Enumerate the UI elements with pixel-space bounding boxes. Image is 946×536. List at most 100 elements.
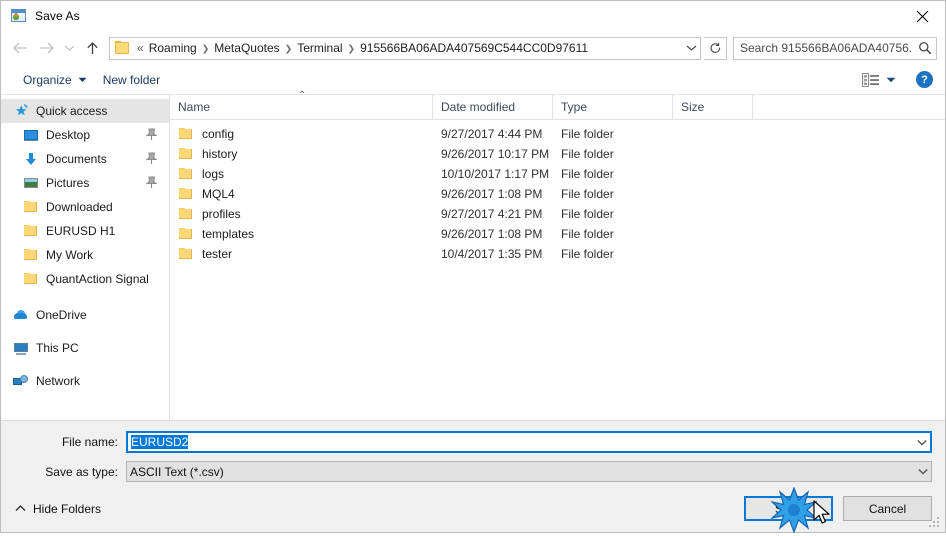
documents-icon xyxy=(23,151,39,167)
file-name-label: profiles xyxy=(202,207,241,221)
breadcrumb-item-metaquotes[interactable]: MetaQuotes xyxy=(211,39,282,57)
title-bar: Save As xyxy=(1,1,945,31)
sidebar-item-label: QuantAction Signal xyxy=(46,272,149,286)
back-button[interactable] xyxy=(7,35,33,61)
breadcrumb-item-roaming[interactable]: Roaming xyxy=(146,39,200,57)
hide-folders-label: Hide Folders xyxy=(33,501,102,516)
sidebar-item-label: EURUSD H1 xyxy=(46,224,116,238)
save-as-type-select[interactable]: ASCII Text (*.csv) xyxy=(126,461,932,482)
column-header-size[interactable]: Size xyxy=(673,95,753,119)
table-row[interactable]: templates 9/26/2017 1:08 PM File folder xyxy=(170,224,945,244)
file-date-cell: 9/27/2017 4:21 PM xyxy=(441,207,543,221)
sidebar-item-documents[interactable]: Documents xyxy=(1,147,169,171)
sidebar-item-label: Quick access xyxy=(36,104,108,118)
chevron-down-icon xyxy=(916,439,927,446)
table-row[interactable]: history 9/26/2017 10:17 PM File folder xyxy=(170,144,945,164)
sidebar-item-eurusd-h1[interactable]: EURUSD H1 xyxy=(1,219,169,243)
sidebar-item-label: This PC xyxy=(36,341,79,355)
breadcrumb-overflow-icon[interactable]: « xyxy=(135,41,146,55)
cancel-button[interactable]: Cancel xyxy=(843,496,932,521)
save-button[interactable]: Save xyxy=(744,496,833,521)
folder-icon xyxy=(178,206,194,222)
table-row[interactable]: profiles 9/27/2017 4:21 PM File folder xyxy=(170,204,945,224)
hide-folders-button[interactable]: Hide Folders xyxy=(11,498,105,520)
sidebar-item-quantaction-signal[interactable]: QuantAction Signal xyxy=(1,267,169,291)
save-as-dialog: Save As « Roaming ❯ MetaQuotes ❯ Termina… xyxy=(0,0,946,534)
file-type-cell: File folder xyxy=(561,207,614,221)
breadcrumb: « Roaming ❯ MetaQuotes ❯ Terminal ❯ 9155… xyxy=(135,39,682,57)
column-header-label: Date modified xyxy=(441,100,516,114)
up-button[interactable] xyxy=(79,35,105,61)
command-bar: Organize New folder ? xyxy=(1,65,945,95)
column-header-name[interactable]: Name ⌃ xyxy=(170,90,433,119)
breadcrumb-item-terminal[interactable]: Terminal xyxy=(294,39,345,57)
search-input[interactable] xyxy=(734,41,914,55)
file-name-input[interactable]: EURUSD2 xyxy=(126,431,932,453)
address-bar[interactable]: « Roaming ❯ MetaQuotes ❯ Terminal ❯ 9155… xyxy=(109,36,701,60)
file-name-dropdown-button[interactable] xyxy=(913,439,930,446)
new-folder-button[interactable]: New folder xyxy=(95,69,168,91)
file-name-cell: logs xyxy=(170,166,433,182)
onedrive-icon xyxy=(13,307,29,323)
sidebar-item-pictures[interactable]: Pictures xyxy=(1,171,169,195)
file-name-value: EURUSD2 xyxy=(131,435,189,449)
sidebar-item-quick-access[interactable]: Quick access xyxy=(1,99,169,123)
sidebar-item-label: OneDrive xyxy=(36,308,87,322)
sidebar-item-my-work[interactable]: My Work xyxy=(1,243,169,267)
search-icon[interactable] xyxy=(914,41,936,55)
organize-button[interactable]: Organize xyxy=(15,69,95,91)
organize-label: Organize xyxy=(23,72,72,87)
chevron-down-icon xyxy=(686,45,696,51)
breadcrumb-item-terminal-id[interactable]: 915566BA06ADA407569C544CC0D97611 xyxy=(357,39,591,57)
table-row[interactable]: tester 10/4/2017 1:35 PM File folder xyxy=(170,244,945,264)
view-options-button[interactable] xyxy=(856,70,902,90)
file-date-cell: 9/26/2017 1:08 PM xyxy=(441,187,543,201)
sidebar-item-downloaded[interactable]: Downloaded xyxy=(1,195,169,219)
sidebar-item-this-pc[interactable]: This PC xyxy=(1,336,169,360)
refresh-button[interactable] xyxy=(704,36,727,60)
close-button[interactable] xyxy=(899,1,945,31)
file-name-value-wrap: EURUSD2 xyxy=(128,435,913,449)
save-as-type-dropdown-button[interactable] xyxy=(914,468,931,475)
folder-icon xyxy=(23,247,39,263)
file-rows: config 9/27/2017 4:44 PM File folder his… xyxy=(170,120,945,420)
window-title: Save As xyxy=(35,9,80,23)
pin-icon[interactable] xyxy=(145,152,158,165)
sidebar-item-onedrive[interactable]: OneDrive xyxy=(1,303,169,327)
table-row[interactable]: config 9/27/2017 4:44 PM File folder xyxy=(170,124,945,144)
column-header-label: Size xyxy=(681,100,705,114)
column-header-date-modified[interactable]: Date modified xyxy=(433,95,553,119)
back-arrow-icon xyxy=(12,42,27,54)
resize-grip-icon[interactable] xyxy=(928,516,941,529)
help-button[interactable]: ? xyxy=(916,71,933,88)
file-name-cell: MQL4 xyxy=(170,186,433,202)
file-name-label: history xyxy=(202,147,238,161)
recent-locations-button[interactable] xyxy=(59,35,79,61)
file-type-cell: File folder xyxy=(561,167,614,181)
pin-icon[interactable] xyxy=(145,176,158,189)
folder-icon xyxy=(178,166,194,182)
search-box[interactable] xyxy=(733,36,937,60)
pin-icon[interactable] xyxy=(145,128,158,141)
folder-icon xyxy=(23,199,39,215)
sidebar-item-desktop[interactable]: Desktop xyxy=(1,123,169,147)
forward-button[interactable] xyxy=(33,35,59,61)
sidebar-item-network[interactable]: Network xyxy=(1,369,169,393)
address-bar-row: « Roaming ❯ MetaQuotes ❯ Terminal ❯ 9155… xyxy=(1,31,945,65)
column-header-type[interactable]: Type xyxy=(553,95,673,119)
file-date-cell: 10/10/2017 1:17 PM xyxy=(441,167,550,181)
desktop-icon xyxy=(23,127,39,143)
table-row[interactable]: logs 10/10/2017 1:17 PM File folder xyxy=(170,164,945,184)
chevron-down-icon xyxy=(917,468,928,475)
chevron-up-icon xyxy=(15,505,26,511)
folder-icon xyxy=(115,40,130,55)
address-dropdown-button[interactable] xyxy=(682,38,700,59)
file-name-cell: history xyxy=(170,146,433,162)
table-row[interactable]: MQL4 9/26/2017 1:08 PM File folder xyxy=(170,184,945,204)
sidebar-item-label: Network xyxy=(36,374,81,388)
file-name-row: File name: EURUSD2 xyxy=(1,431,945,453)
file-name-label: config xyxy=(202,127,235,141)
